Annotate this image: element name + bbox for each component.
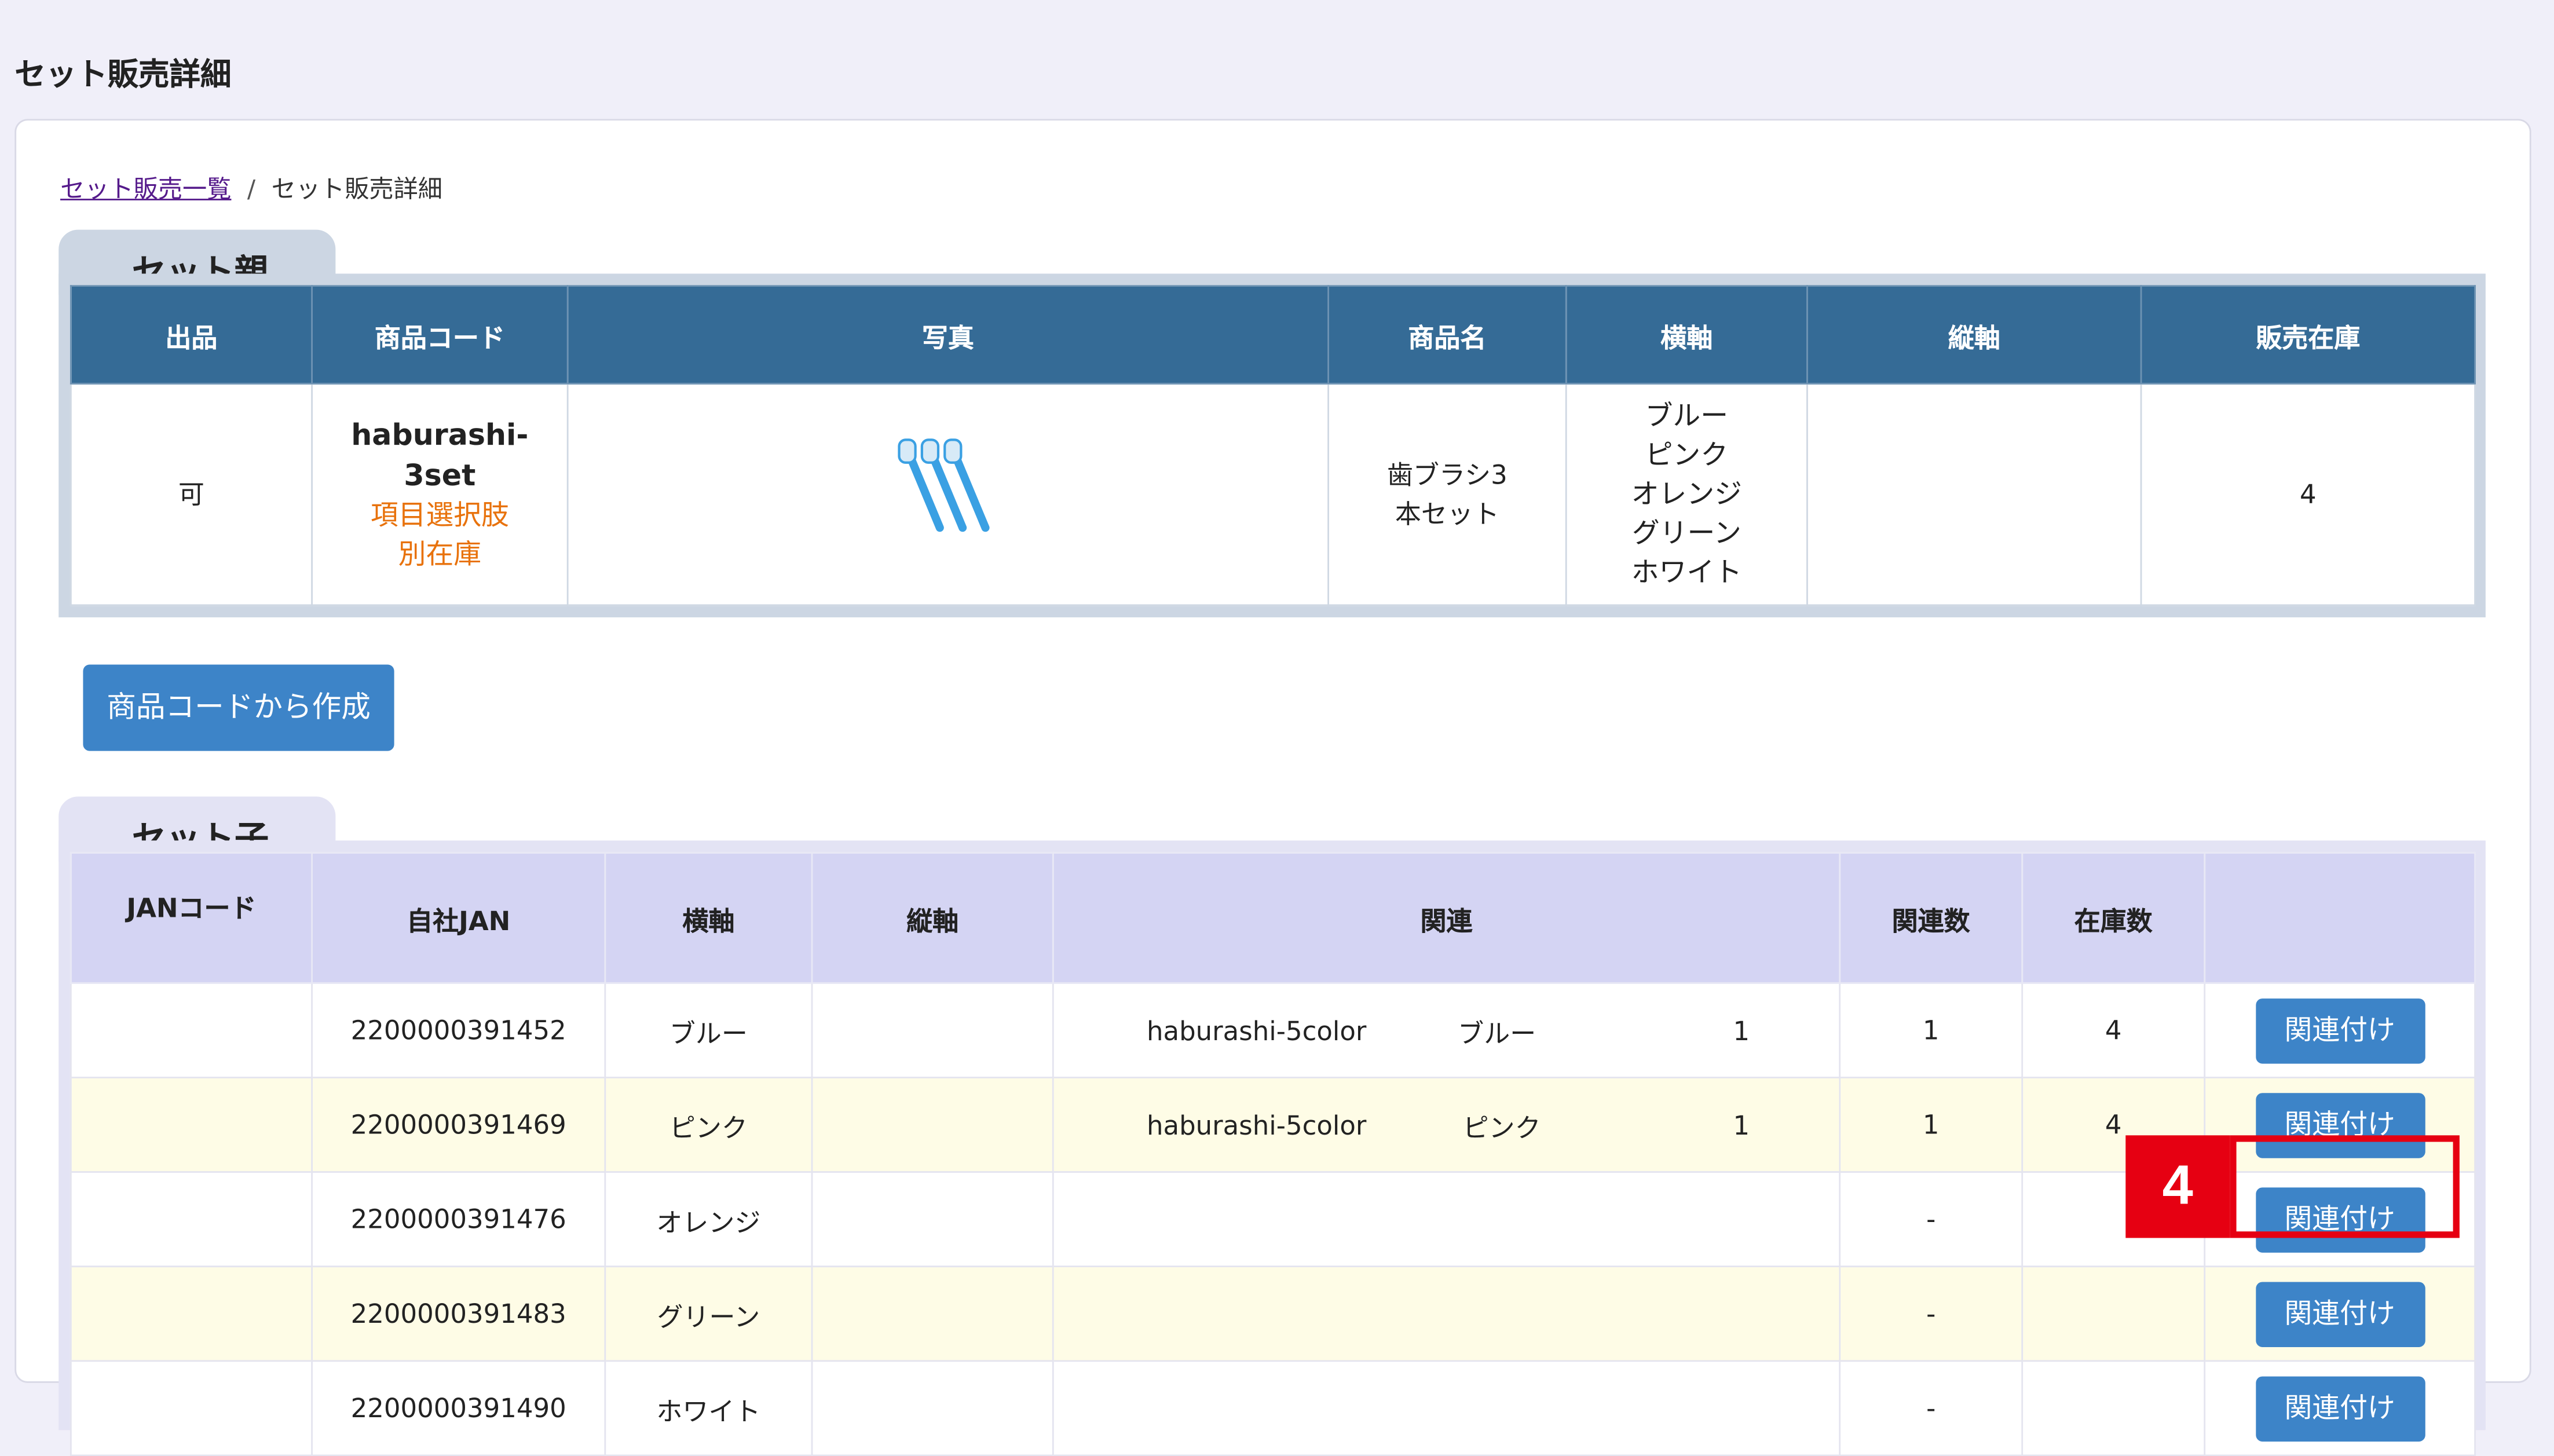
related-cell: haburashi-5color ピンク 1 — [1052, 1077, 1841, 1173]
table-row: 2200000391490 ホワイト - 関連付け — [69, 1360, 2476, 1456]
jan-code — [69, 1077, 313, 1173]
axis-value: ホワイト — [1631, 556, 1742, 589]
table-header-row: 出品 商品コード 写真 商品名 横軸 縦軸 販売在庫 — [69, 285, 2476, 385]
horizontal-axis-value: オレンジ — [604, 1171, 813, 1268]
product-code-note: 別在庫 — [398, 538, 482, 571]
breadcrumb-separator: / — [247, 174, 256, 204]
header-actions — [2204, 851, 2476, 984]
action-cell: 関連付け — [2204, 1265, 2476, 1362]
step-highlight-frame — [2230, 1135, 2460, 1238]
axis-value: グリーン — [1631, 517, 1741, 550]
related-code: haburashi-5color — [1147, 1015, 1367, 1046]
product-code-line: 3set — [404, 458, 476, 493]
header-photo: 写真 — [566, 285, 1329, 385]
vertical-axis-value — [811, 1265, 1054, 1362]
header-vertical-axis: 縦軸 — [811, 851, 1054, 984]
set-parent-table: 出品 商品コード 写真 商品名 横軸 縦軸 販売在庫 可 haburashi- … — [69, 285, 2476, 606]
step-number-badge: 4 — [2125, 1135, 2230, 1238]
related-quantity: 1 — [1733, 1015, 1750, 1046]
jan-code — [69, 1265, 313, 1362]
horizontal-axis-value: ピンク — [604, 1077, 813, 1173]
header-horizontal-axis: 横軸 — [1565, 285, 1808, 385]
related-cell — [1052, 1360, 1841, 1456]
photo-cell — [566, 382, 1329, 606]
header-sales-stock: 販売在庫 — [2140, 285, 2476, 385]
product-name-line: 歯ブラシ3 — [1387, 458, 1507, 490]
own-jan: 2200000391490 — [311, 1360, 606, 1456]
table-header-row: JANコード 自社JAN 横軸 縦軸 関連 関連数 在庫数 — [69, 851, 2476, 984]
listing-value: 可 — [69, 382, 313, 606]
breadcrumb: セット販売一覧 / セット販売詳細 — [60, 171, 442, 205]
jan-code — [69, 1360, 313, 1456]
horizontal-axis-value: グリーン — [604, 1265, 813, 1362]
create-from-code-button[interactable]: 商品コードから作成 — [83, 664, 394, 751]
table-row: 可 haburashi- 3set 項目選択肢 別在庫 歯ブラシ3 本セット ブ… — [69, 382, 2476, 606]
set-parent-panel: 出品 商品コード 写真 商品名 横軸 縦軸 販売在庫 可 haburashi- … — [58, 273, 2486, 617]
product-name-line: 本セット — [1395, 497, 1499, 529]
link-button[interactable]: 関連付け — [2255, 1375, 2425, 1441]
own-jan: 2200000391483 — [311, 1265, 606, 1362]
product-code-cell: haburashi- 3set 項目選択肢 別在庫 — [311, 382, 569, 606]
header-related-count: 関連数 — [1839, 851, 2024, 984]
set-child-panel: JANコード 自社JAN 横軸 縦軸 関連 関連数 在庫数 2200000391… — [58, 840, 2486, 1456]
vertical-axis-value — [811, 1360, 1054, 1456]
stock-count — [2021, 1360, 2206, 1456]
breadcrumb-current: セット販売詳細 — [271, 174, 443, 204]
axis-value: ブルー — [1645, 400, 1729, 433]
header-product-name: 商品名 — [1327, 285, 1567, 385]
page-title: セット販売詳細 — [14, 57, 232, 93]
header-product-code: 商品コード — [311, 285, 569, 385]
related-cell — [1052, 1265, 1841, 1362]
table-row: 2200000391452 ブルー haburashi-5color ブルー 1… — [69, 982, 2476, 1078]
related-axis: ピンク — [1462, 1111, 1541, 1143]
set-child-table: JANコード 自社JAN 横軸 縦軸 関連 関連数 在庫数 2200000391… — [69, 851, 2476, 1456]
stock-count — [2021, 1265, 2206, 1362]
stock-count: 4 — [2021, 982, 2206, 1078]
jan-code — [69, 982, 313, 1078]
product-code-line: haburashi- — [351, 418, 529, 452]
link-button[interactable]: 関連付け — [2255, 997, 2425, 1063]
product-code-note: 項目選択肢 — [370, 499, 509, 532]
related-axis: ブルー — [1458, 1017, 1536, 1048]
own-jan: 2200000391469 — [311, 1077, 606, 1173]
header-vertical-axis: 縦軸 — [1806, 285, 2142, 385]
related-quantity: 1 — [1733, 1109, 1750, 1140]
axis-value: ピンク — [1645, 438, 1729, 472]
vertical-axis-value — [811, 982, 1054, 1078]
related-count: 1 — [1839, 1077, 2024, 1173]
header-horizontal-axis: 横軸 — [604, 851, 813, 984]
header-related: 関連 — [1052, 851, 1841, 984]
vertical-axis-value — [811, 1171, 1054, 1268]
related-count: - — [1839, 1360, 2024, 1456]
sales-stock-value: 4 — [2140, 382, 2476, 606]
related-count: - — [1839, 1171, 2024, 1268]
horizontal-axis-value: ホワイト — [604, 1360, 813, 1456]
vertical-axis-value — [811, 1077, 1054, 1173]
action-cell: 関連付け — [2204, 1360, 2476, 1456]
axis-value: オレンジ — [1631, 478, 1742, 511]
product-name-cell: 歯ブラシ3 本セット — [1327, 382, 1567, 606]
own-jan: 2200000391452 — [311, 982, 606, 1078]
toothbrush-icon — [898, 438, 990, 532]
header-listing: 出品 — [69, 285, 313, 385]
horizontal-axis-value: ブルー — [604, 982, 813, 1078]
own-jan: 2200000391476 — [311, 1171, 606, 1268]
jan-code — [69, 1171, 313, 1268]
header-jan-code: JANコード — [69, 851, 313, 984]
table-row: 2200000391483 グリーン - 関連付け — [69, 1265, 2476, 1362]
table-row: 2200000391469 ピンク haburashi-5color ピンク 1… — [69, 1077, 2476, 1173]
action-cell: 関連付け — [2204, 982, 2476, 1078]
related-code: haburashi-5color — [1147, 1109, 1367, 1140]
related-cell — [1052, 1171, 1841, 1268]
related-count: 1 — [1839, 982, 2024, 1078]
related-cell: haburashi-5color ブルー 1 — [1052, 982, 1841, 1078]
table-row: 2200000391476 オレンジ - 関連付け — [69, 1171, 2476, 1268]
vertical-axis-cell — [1806, 382, 2142, 606]
horizontal-axis-cell: ブルー ピンク オレンジ グリーン ホワイト — [1565, 382, 1808, 606]
header-own-jan: 自社JAN — [311, 851, 606, 984]
related-count: - — [1839, 1265, 2024, 1362]
link-button[interactable]: 関連付け — [2255, 1281, 2425, 1347]
breadcrumb-link-set-list[interactable]: セット販売一覧 — [60, 174, 231, 204]
header-stock-count: 在庫数 — [2021, 851, 2206, 984]
